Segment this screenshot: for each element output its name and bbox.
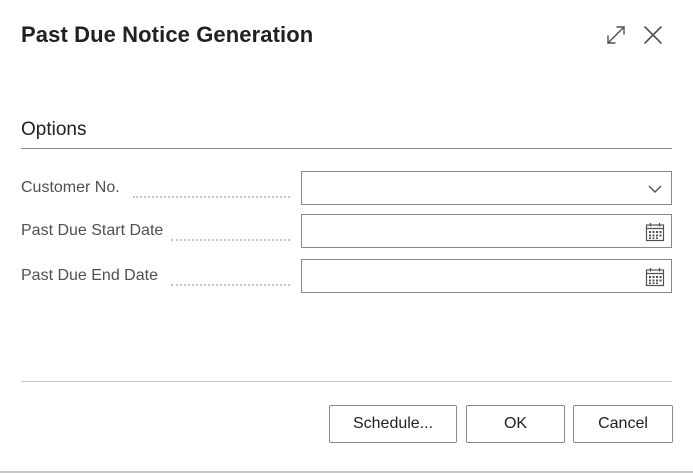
start-date-input[interactable] — [302, 215, 632, 247]
calendar-icon[interactable] — [645, 267, 665, 287]
end-date-row: Past Due End Date — [21, 259, 672, 293]
start-date-field[interactable] — [301, 214, 672, 248]
label-leader-dots — [171, 223, 290, 241]
start-date-label: Past Due Start Date — [21, 222, 164, 239]
calendar-icon[interactable] — [645, 222, 665, 242]
customer-no-row: Customer No. — [21, 171, 672, 205]
options-section-title: Options — [21, 119, 87, 140]
label-leader-dots — [133, 180, 290, 198]
close-icon[interactable] — [640, 22, 666, 48]
footer-divider — [21, 381, 672, 382]
start-date-row: Past Due Start Date — [21, 214, 672, 248]
options-divider — [21, 148, 672, 149]
expand-icon[interactable] — [603, 22, 629, 48]
customer-no-label: Customer No. — [21, 179, 120, 196]
past-due-notice-dialog: Past Due Notice Generation Options Custo… — [0, 0, 693, 473]
ok-button[interactable]: OK — [466, 405, 565, 443]
customer-no-input[interactable] — [302, 172, 632, 204]
expand-arrows-icon — [607, 26, 625, 44]
end-date-input[interactable] — [302, 260, 632, 292]
chevron-down-icon[interactable] — [645, 179, 665, 199]
end-date-field[interactable] — [301, 259, 672, 293]
label-leader-dots — [171, 268, 290, 286]
schedule-button[interactable]: Schedule... — [329, 405, 457, 443]
end-date-label: Past Due End Date — [21, 267, 158, 284]
dialog-title: Past Due Notice Generation — [21, 22, 314, 47]
customer-no-dropdown[interactable] — [301, 171, 672, 205]
close-x-icon — [644, 26, 662, 44]
cancel-button[interactable]: Cancel — [573, 405, 673, 443]
